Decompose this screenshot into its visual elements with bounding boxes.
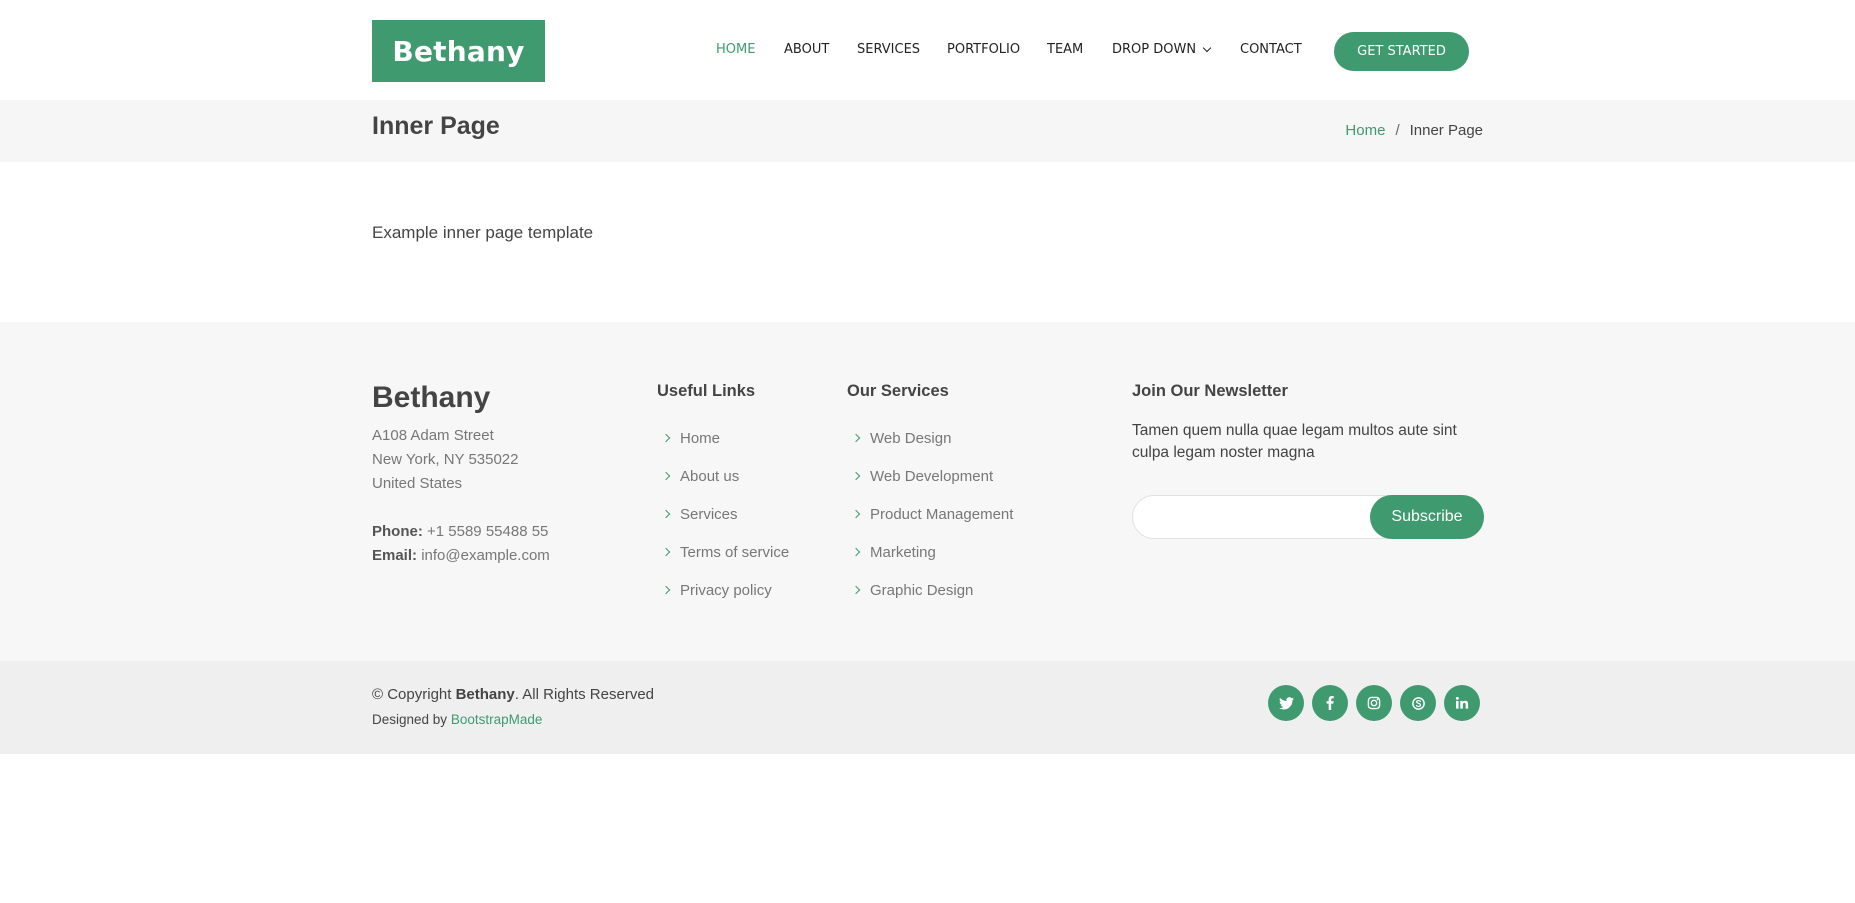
footer-link-label[interactable]: Privacy policy [680,582,772,599]
useful-links-heading: Useful Links [657,382,756,400]
copyright-brand: Bethany [455,686,515,703]
service-link[interactable]: Web Design [847,419,1013,457]
service-link-label[interactable]: Graphic Design [870,582,973,599]
footer-link-label[interactable]: About us [680,468,739,485]
bootstrapmade-link[interactable]: BootstrapMade [451,712,543,727]
footer-bottom: © Copyright Bethany. All Rights Reserved… [0,661,1855,754]
chevron-right-icon [851,433,861,443]
footer-link[interactable]: About us [657,457,789,495]
logo[interactable]: Bethany [372,20,545,82]
newsletter-heading: Join Our Newsletter [1132,382,1288,400]
chevron-right-icon [661,471,671,481]
nav-dropdown[interactable]: DROP DOWN [1112,42,1212,57]
breadcrumbs-section: Inner Page Home / Inner Page [0,100,1855,162]
footer-link-label[interactable]: Home [680,430,720,447]
chevron-right-icon [661,585,671,595]
nav-contact[interactable]: CONTACT [1240,42,1302,57]
footer-brand: Bethany [372,381,491,414]
chevron-right-icon [851,471,861,481]
chevron-down-icon[interactable] [1202,43,1212,52]
linkedin-icon[interactable] [1444,685,1480,721]
main-content-text: Example inner page template [372,223,594,242]
chevron-right-icon [661,433,671,443]
phone-value: +1 5589 55488 55 [427,523,549,540]
chevron-right-icon [661,547,671,557]
social-links [1268,685,1480,721]
copyright-prefix: © Copyright [372,686,456,703]
nav-portfolio[interactable]: PORTFOLIO [947,42,1020,57]
breadcrumb-home-link[interactable]: Home [1345,122,1385,139]
service-link[interactable]: Product Management [847,495,1013,533]
newsletter-email-input[interactable] [1147,504,1337,530]
copyright: © Copyright Bethany. All Rights Reserved [372,686,654,703]
facebook-icon[interactable] [1312,685,1348,721]
newsletter-text: Tamen quem nulla quae legam multos aute … [1132,422,1457,461]
nav-team[interactable]: TEAM [1047,42,1083,57]
breadcrumb: Home / Inner Page [1345,122,1483,139]
footer-contact: A108 Adam Street New York, NY 535022 Uni… [372,424,550,568]
subscribe-button[interactable]: Subscribe [1370,495,1484,539]
site-header: Bethany HOME ABOUT SERVICES PORTFOLIO TE… [0,0,1855,100]
breadcrumb-current: Inner Page [1409,122,1483,139]
copyright-suffix: . All Rights Reserved [514,686,655,703]
phone-line: Phone: +1 5589 55488 55 [372,520,550,544]
footer-link[interactable]: Terms of service [657,533,789,571]
chevron-right-icon [851,509,861,519]
page-title: Inner Page [372,112,500,140]
footer-link[interactable]: Home [657,419,789,457]
service-link[interactable]: Web Development [847,457,1013,495]
footer-link-label[interactable]: Services [680,506,738,523]
chevron-right-icon [661,509,671,519]
chevron-right-icon [851,547,861,557]
address-line: United States [372,475,463,492]
service-link-label[interactable]: Marketing [870,544,936,561]
newsletter-form: Subscribe [1132,495,1484,539]
instagram-icon[interactable] [1356,685,1392,721]
nav-about[interactable]: ABOUT [784,42,829,57]
footer-link[interactable]: Services [657,495,789,533]
email-label: Email: [372,547,418,564]
footer-link-label[interactable]: Terms of service [680,544,789,561]
nav-dropdown-label[interactable]: DROP DOWN [1112,42,1196,57]
services-list: Web Design Web Development Product Manag… [847,419,1013,609]
service-link[interactable]: Marketing [847,533,1013,571]
logo-text[interactable]: Bethany [392,35,524,68]
address-line: New York, NY 535022 [372,451,519,468]
service-link-label[interactable]: Product Management [870,506,1013,523]
address-line: A108 Adam Street [372,427,494,444]
credits: Designed by BootstrapMade [372,712,542,727]
service-link-label[interactable]: Web Design [870,430,951,447]
email-line: Email: info@example.com [372,544,550,568]
our-services-heading: Our Services [847,382,949,400]
breadcrumb-separator: / [1395,122,1400,139]
get-started-button[interactable]: GET STARTED [1334,32,1469,71]
footer-link[interactable]: Privacy policy [657,571,789,609]
chevron-right-icon [851,585,861,595]
email-value: info@example.com [421,547,550,564]
twitter-icon[interactable] [1268,685,1304,721]
service-link[interactable]: Graphic Design [847,571,1013,609]
skype-icon[interactable] [1400,685,1436,721]
credits-prefix: Designed by [372,712,451,727]
footer-top: Bethany A108 Adam Street New York, NY 53… [0,322,1855,661]
nav-home[interactable]: HOME [716,42,755,57]
nav-services[interactable]: SERVICES [857,42,920,57]
useful-links-list: Home About us Services Terms of service … [657,419,789,609]
phone-label: Phone: [372,523,423,540]
service-link-label[interactable]: Web Development [870,468,993,485]
